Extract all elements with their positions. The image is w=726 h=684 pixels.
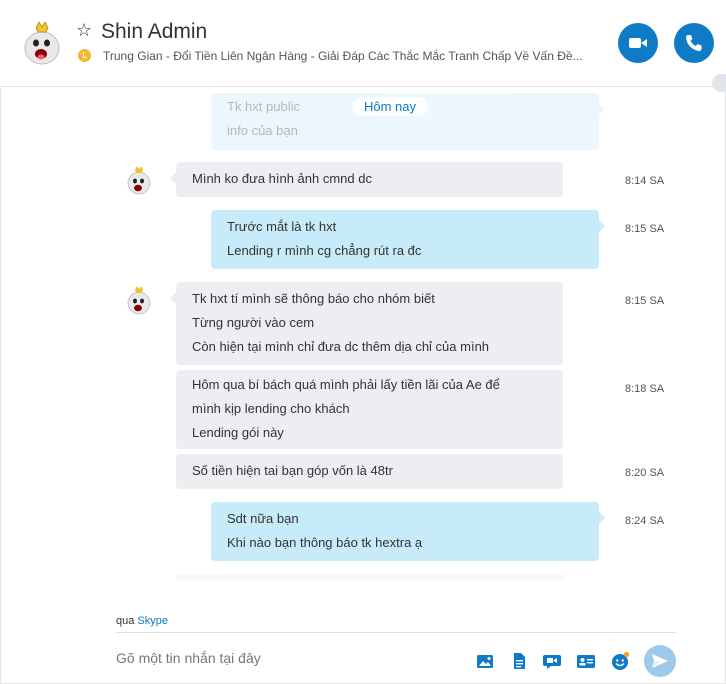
message-bubble[interactable]: Số tiền hiện tai bạn góp vốn là 48tr: [176, 454, 563, 489]
send-button[interactable]: [644, 645, 676, 677]
sender-avatar[interactable]: [125, 285, 153, 315]
message-line: Lending r mình cg chẳng rút ra đc: [227, 243, 422, 258]
file-icon[interactable]: [509, 651, 529, 671]
message-input[interactable]: Gõ một tin nhắn tại đây: [116, 650, 261, 666]
message-bubble[interactable]: Tk hxt tí mình sẽ thông báo cho nhóm biế…: [170, 282, 563, 365]
message-line: Tk hxt tí mình sẽ thông báo cho nhóm biế…: [192, 291, 435, 306]
video-call-button[interactable]: [618, 23, 658, 63]
via-skype-label: qua Skype: [116, 615, 168, 627]
conversation-header: ☆ Shin Admin Trung Gian - Đổi Tiền Liên …: [0, 0, 726, 87]
message-bubble-partial: [176, 574, 563, 580]
contact-avatar[interactable]: [22, 18, 62, 66]
message-line: Mình ko đưa hình ảnh cmnd dc: [192, 171, 372, 186]
audio-call-button[interactable]: [674, 23, 714, 63]
message-time: 8:24 SA: [625, 515, 665, 527]
message-line: Còn hiện tại mình chỉ đưa dc thêm dịa ch…: [192, 339, 490, 354]
message-line: Lending gói này: [192, 425, 284, 440]
contact-card-icon[interactable]: [576, 651, 596, 671]
message-time: 8:18 SA: [625, 383, 665, 395]
message-line: Sdt nữa bạn: [227, 511, 299, 526]
message-time: 8:15 SA: [625, 223, 665, 235]
message-line: Khi nào bạn thông báo tk hextra ạ: [227, 535, 423, 550]
phone-icon: [686, 35, 702, 51]
video-message-icon[interactable]: [542, 651, 562, 671]
message-line: Từng người vào cem: [192, 315, 315, 330]
message-line: Hôm qua bí bách quá mình phải lấy tiền l…: [192, 377, 500, 392]
message-bubble[interactable]: Hôm qua bí bách quá mình phải lấy tiền l…: [176, 370, 563, 449]
favorite-star-icon[interactable]: ☆: [76, 20, 92, 42]
sender-avatar[interactable]: [125, 165, 153, 195]
contact-name[interactable]: Shin Admin: [101, 18, 207, 46]
message-line: info của bạn: [227, 123, 298, 138]
composer-divider: [116, 632, 676, 633]
message-time: 8:15 SA: [625, 295, 665, 307]
mood-clock-icon: [78, 49, 91, 62]
send-icon: [652, 654, 668, 668]
message-time: 8:20 SA: [625, 467, 665, 479]
video-camera-icon: [629, 38, 647, 48]
date-separator: Hôm nay: [352, 97, 429, 116]
emoticon-icon[interactable]: [610, 651, 630, 671]
message-time: 8:14 SA: [625, 175, 665, 187]
emoji-edge-icon[interactable]: [712, 74, 726, 92]
message-bubble[interactable]: Trước mắt là tk hxt Lending r mình cg ch…: [211, 210, 605, 269]
message-line: Trước mắt là tk hxt: [227, 219, 337, 234]
message-line: Số tiền hiện tai bạn góp vốn là 48tr: [192, 463, 393, 478]
media-gallery-icon[interactable]: [475, 651, 495, 671]
via-prefix: qua: [116, 615, 135, 627]
message-line: mình kịp lending cho khách: [192, 401, 350, 416]
mood-message: Trung Gian - Đổi Tiền Liên Ngân Hàng - G…: [103, 49, 583, 63]
message-bubble[interactable]: Mình ko đưa hình ảnh cmnd dc: [170, 162, 563, 197]
message-bubble[interactable]: Sdt nữa bạn Khi nào bạn thông báo tk hex…: [211, 502, 605, 561]
skype-link[interactable]: Skype: [137, 615, 168, 627]
